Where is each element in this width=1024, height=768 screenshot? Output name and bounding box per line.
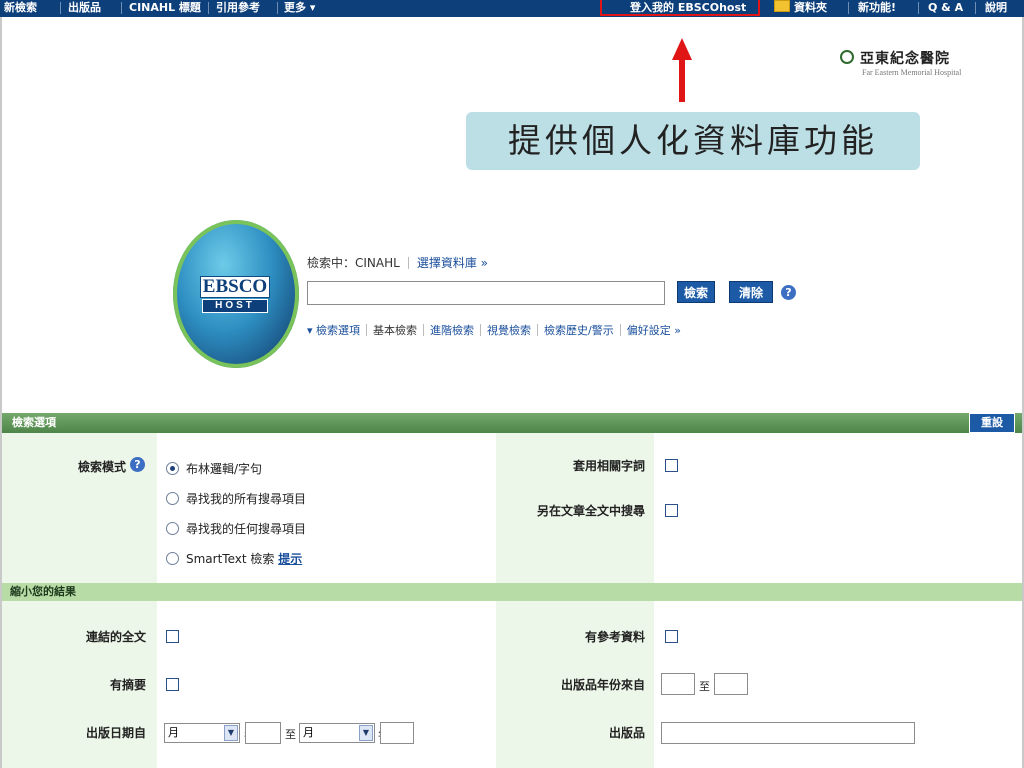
hospital-name-english: Far Eastern Memorial Hospital <box>862 68 962 77</box>
narrow-results-header: 縮小您的結果 <box>2 583 1022 601</box>
search-fulltext-label: 另在文章全文中搜尋 <box>536 504 645 518</box>
preferences-link[interactable]: 偏好設定 » <box>627 324 681 337</box>
month-value: 月 <box>303 726 314 739</box>
nav-publications[interactable]: 出版品 <box>68 0 101 17</box>
apply-related-words-label: 套用相關字詞 <box>572 459 645 473</box>
has-abstract-checkbox[interactable] <box>166 678 179 691</box>
searching-label: 檢索中： <box>307 256 356 270</box>
apply-related-words-checkbox[interactable] <box>665 459 678 472</box>
nav-new-search[interactable]: 新檢索 <box>4 0 37 17</box>
nav-help[interactable]: 說明 <box>985 0 1007 17</box>
choose-databases-link[interactable]: 選擇資料庫 » <box>417 256 488 270</box>
publication-input[interactable] <box>661 722 915 744</box>
has-references-label: 有參考資料 <box>584 630 645 644</box>
nav-folder-label: 資料夾 <box>794 1 827 14</box>
radio-selected-icon[interactable] <box>166 462 179 475</box>
search-options-toggle[interactable]: ▾ 檢索選項 <box>307 324 360 337</box>
separator <box>619 324 621 336</box>
separator <box>480 324 482 336</box>
pub-date-to-month-select[interactable]: 月 ▼ <box>299 723 375 743</box>
nav-qa[interactable]: Q & A <box>928 0 963 17</box>
search-button[interactable]: 檢索 <box>677 281 715 303</box>
ebscohost-logo: EBSCO HOST <box>173 220 299 368</box>
pub-year-to-input[interactable] <box>714 673 748 695</box>
has-abstract-label: 有摘要 <box>109 678 146 692</box>
label-column <box>2 433 157 583</box>
radio-icon[interactable] <box>166 522 179 535</box>
nav-separator <box>60 2 61 14</box>
mode-option-smarttext[interactable]: SmartText 檢索 提示 <box>166 550 302 567</box>
top-nav-bar: 新檢索 出版品 CINAHL 標題 引用參考 更多 ▾ 登入我的 EBSCOho… <box>0 0 1024 17</box>
highlight-box <box>600 0 760 16</box>
nav-cinahl-headings[interactable]: CINAHL 標題 <box>129 0 201 17</box>
mode-option-all-terms[interactable]: 尋找我的所有搜尋項目 <box>166 490 306 507</box>
to-label: 至 <box>285 728 296 741</box>
nav-separator <box>918 2 919 14</box>
mode-option-boolean[interactable]: 布林邏輯/字句 <box>166 460 262 477</box>
linked-fulltext-checkbox[interactable] <box>166 630 179 643</box>
mode-option-any-terms[interactable]: 尋找我的任何搜尋項目 <box>166 520 306 537</box>
mode-label: 尋找我的任何搜尋項目 <box>186 522 307 536</box>
to-label: 至 <box>699 680 710 693</box>
clear-button[interactable]: 清除 <box>729 281 773 303</box>
hint-link[interactable]: 提示 <box>278 552 302 566</box>
separator <box>537 324 539 336</box>
nav-cited-references[interactable]: 引用參考 <box>216 0 260 17</box>
advanced-search-link[interactable]: 進階檢索 <box>430 324 474 337</box>
searching-line: 檢索中：CINAHL 選擇資料庫 » <box>307 254 488 271</box>
radio-icon[interactable] <box>166 492 179 505</box>
month-value: 月 <box>168 726 179 739</box>
nav-separator <box>208 2 209 14</box>
ebsco-logo-host: HOST <box>202 299 268 313</box>
pub-year-from-input[interactable] <box>661 673 695 695</box>
nav-separator <box>975 2 976 14</box>
reset-button[interactable]: 重設 <box>969 413 1015 433</box>
separator <box>366 324 368 336</box>
search-options-header: 檢索選項 <box>2 413 1022 433</box>
pub-year-from-label: 出版品年份來自 <box>560 678 645 692</box>
linked-fulltext-label: 連結的全文 <box>85 630 146 644</box>
ebsco-logo-word: EBSCO <box>200 276 270 298</box>
mode-label: SmartText 檢索 <box>186 552 275 566</box>
search-fulltext-checkbox[interactable] <box>665 504 678 517</box>
search-input[interactable] <box>307 281 665 305</box>
arrow-up-icon <box>672 38 692 60</box>
hospital-name: 亞東紀念醫院 <box>860 51 950 67</box>
publication-label: 出版品 <box>608 726 645 740</box>
separator <box>423 324 425 336</box>
nav-separator <box>121 2 122 14</box>
hospital-seal-icon <box>840 50 854 64</box>
database-name: CINAHL <box>355 256 400 270</box>
search-history-link[interactable]: 檢索歷史/警示 <box>544 324 614 337</box>
search-mode-label: 檢索模式 <box>77 460 126 474</box>
nav-folder[interactable]: 資料夾 <box>774 0 827 17</box>
nav-new-features[interactable]: 新功能! <box>858 0 896 17</box>
chevron-down-icon: ▼ <box>224 725 238 741</box>
mode-label: 尋找我的所有搜尋項目 <box>186 492 307 506</box>
help-icon[interactable]: ? <box>781 285 796 300</box>
visual-search-link[interactable]: 視覺檢索 <box>487 324 531 337</box>
nav-more-menu[interactable]: 更多 ▾ <box>284 0 315 17</box>
pub-date-to-year-input[interactable] <box>380 722 414 744</box>
separator <box>407 257 409 269</box>
basic-search-tab[interactable]: 基本檢索 <box>373 324 417 337</box>
pub-date-from-month-select[interactable]: 月 ▼ <box>164 723 240 743</box>
nav-separator <box>277 2 278 14</box>
annotation-callout: 提供個人化資料庫功能 <box>466 112 920 170</box>
folder-icon <box>774 0 790 12</box>
search-options-row: ▾ 檢索選項 基本檢索 進階檢索 視覺檢索 檢索歷史/警示 偏好設定 » <box>307 322 681 338</box>
pub-date-from-label: 出版日期自 <box>85 726 146 740</box>
help-icon[interactable]: ? <box>130 457 145 472</box>
mode-label: 布林邏輯/字句 <box>186 462 263 476</box>
arrow-shaft <box>679 58 685 102</box>
chevron-down-icon: ▼ <box>359 725 373 741</box>
radio-icon[interactable] <box>166 552 179 565</box>
pub-date-from-year-input[interactable] <box>245 722 281 744</box>
hospital-logo: 亞東紀念醫院 Far Eastern Memorial Hospital <box>840 48 980 88</box>
nav-separator <box>848 2 849 14</box>
has-references-checkbox[interactable] <box>665 630 678 643</box>
